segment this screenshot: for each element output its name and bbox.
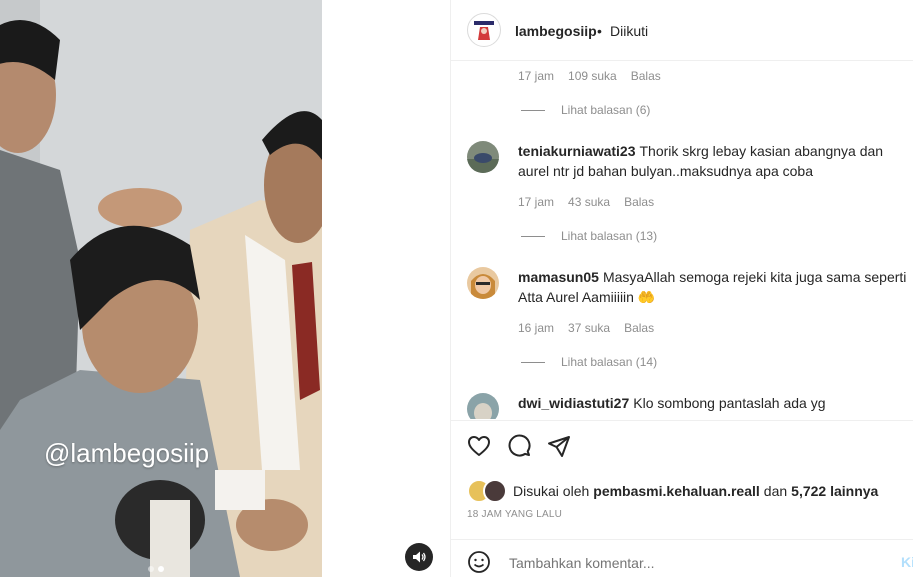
- commenter-username[interactable]: mamasun05: [518, 269, 599, 285]
- like-button[interactable]: [467, 434, 491, 458]
- reply-button[interactable]: Balas: [624, 195, 654, 209]
- video-frame: [0, 0, 322, 577]
- comment-button[interactable]: [507, 434, 531, 458]
- heart-icon: [468, 436, 490, 456]
- action-icons: [467, 434, 571, 458]
- comment-bubble-icon: [508, 434, 531, 457]
- emoji-button[interactable]: [467, 550, 491, 579]
- likes-prefix: Disukai oleh: [513, 483, 590, 499]
- post-comment-button[interactable]: Ki: [901, 554, 913, 570]
- comment-body: Klo sombong pantaslah ada yg: [633, 395, 826, 411]
- author-avatar[interactable]: [467, 13, 501, 47]
- comments-list[interactable]: 17 jam 109 suka Balas Lihat balasan (6) …: [451, 61, 913, 419]
- view-replies-label: Lihat balasan (6): [561, 103, 651, 117]
- view-replies-label: Lihat balasan (14): [561, 355, 658, 369]
- carousel-indicator: [148, 566, 164, 572]
- emoji-smile-icon: [468, 551, 490, 573]
- paper-plane-icon: [548, 436, 570, 457]
- post-timestamp[interactable]: 18 JAM YANG LALU: [467, 509, 562, 520]
- commenter-avatar[interactable]: [467, 267, 499, 299]
- reply-button[interactable]: Balas: [624, 321, 654, 335]
- comment-meta: 17 jam 109 suka Balas: [518, 69, 661, 83]
- comment-meta: 17 jam 43 suka Balas: [518, 195, 654, 209]
- reply-button[interactable]: Balas: [631, 69, 661, 83]
- likes-and: dan: [763, 483, 788, 499]
- view-replies-label: Lihat balasan (13): [561, 229, 658, 243]
- comment-text: dwi_widiastuti27 Klo sombong pantaslah ad…: [518, 393, 913, 413]
- comment-time: 17 jam: [518, 69, 555, 83]
- avatar-image: [467, 393, 499, 419]
- avatar-image: [467, 267, 499, 299]
- share-button[interactable]: [547, 434, 571, 458]
- carousel-dot-active: [158, 566, 164, 572]
- header-separator: •: [597, 23, 602, 39]
- comment-time: 16 jam: [518, 321, 555, 335]
- liker-username[interactable]: pembasmi.kehaluan.reall: [593, 483, 760, 499]
- media-letterbox: [322, 0, 450, 577]
- view-replies-button[interactable]: Lihat balasan (13): [521, 229, 657, 243]
- likes-count-link[interactable]: 5,722 lainnya: [791, 483, 878, 499]
- view-replies-button[interactable]: Lihat balasan (14): [521, 355, 657, 369]
- post-side-panel: lambegosiip • Diikuti 17 jam 109 suka Ba…: [450, 0, 913, 577]
- avatar-image: [467, 141, 499, 173]
- replies-divider: [521, 361, 545, 363]
- lambegosiip-logo-icon: [469, 15, 499, 45]
- comment-time: 17 jam: [518, 195, 555, 209]
- replies-divider: [521, 109, 545, 111]
- commenter-username[interactable]: teniakurniawati23: [518, 143, 636, 159]
- follow-status-button[interactable]: Diikuti: [610, 23, 648, 39]
- liker-avatar[interactable]: [483, 479, 507, 503]
- post-header: lambegosiip • Diikuti: [451, 0, 913, 61]
- watermark-text: @lambegosiip: [44, 438, 210, 468]
- post-actions-section: Disukai oleh pembasmi.kehaluan.reall dan…: [451, 420, 913, 578]
- speaker-icon: [413, 551, 426, 563]
- replies-divider: [521, 235, 545, 237]
- add-comment-bar: Ki: [451, 539, 913, 579]
- comment-likes[interactable]: 109 suka: [568, 69, 617, 83]
- comment-input[interactable]: [507, 554, 871, 572]
- post-media[interactable]: @lambegosiip: [0, 0, 322, 577]
- comment-text: mamasun05 MasyaAllah semoga rejeki kita j…: [518, 267, 913, 307]
- view-replies-button[interactable]: Lihat balasan (6): [521, 103, 650, 117]
- audio-toggle-button[interactable]: [405, 543, 433, 571]
- commenter-avatar[interactable]: [467, 141, 499, 173]
- carousel-dot: [148, 566, 154, 572]
- commenter-avatar[interactable]: [467, 393, 499, 419]
- comment-likes[interactable]: 37 suka: [568, 321, 610, 335]
- commenter-username[interactable]: dwi_widiastuti27: [518, 395, 629, 411]
- comment-text: teniakurniawati23 Thorik skrg lebay kasia…: [518, 141, 913, 181]
- likes-summary: Disukai oleh pembasmi.kehaluan.reall dan…: [467, 479, 878, 503]
- comment-meta: 16 jam 37 suka Balas: [518, 321, 654, 335]
- author-username[interactable]: lambegosiip: [515, 23, 597, 39]
- comment-likes[interactable]: 43 suka: [568, 195, 610, 209]
